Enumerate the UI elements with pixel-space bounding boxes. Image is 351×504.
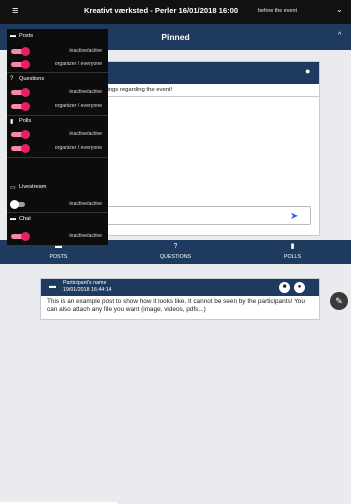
chevron-down-icon[interactable]: ⌄ <box>336 5 343 14</box>
event-title: Kreativt værksted - Perler 16/01/2018 16… <box>84 6 239 15</box>
toggle-knob[interactable] <box>21 130 30 139</box>
toggle-label: organizer / everyone <box>54 145 102 151</box>
post-date: 19/01/2018 16:44:14 <box>63 287 112 293</box>
toggle-knob[interactable] <box>10 200 19 209</box>
post-card: ▬ Participant's name 19/01/2018 16:44:14… <box>40 278 320 320</box>
pin-post-icon[interactable]: ● <box>294 282 305 293</box>
toggle-label: inactive/active <box>69 131 102 137</box>
questions-tab-icon: ? <box>173 243 178 250</box>
settings-menu: ▬ Posts inactive/active organizer / ever… <box>7 29 108 245</box>
event-phase: before the event <box>258 8 297 14</box>
toggle-label: organizer / everyone <box>54 103 102 109</box>
top-app-bar: ≡ Kreativt værksted - Perler 16/01/2018 … <box>0 0 351 24</box>
menu-divider <box>7 212 108 213</box>
livestream-active-toggle-row[interactable]: inactive/active <box>7 200 108 210</box>
pencil-icon: ✎ <box>335 296 343 306</box>
edit-fab[interactable]: ✎ <box>330 292 348 310</box>
chat-active-toggle-row[interactable]: inactive/active <box>7 232 108 242</box>
polls-tab-icon: ▮ <box>290 243 295 250</box>
questions-icon: ? <box>10 76 14 82</box>
post-header: ▬ Participant's name 19/01/2018 16:44:14… <box>41 279 319 296</box>
menu-divider <box>7 157 108 158</box>
send-icon[interactable]: ➤ <box>290 211 298 222</box>
livestream-icon: ▭ <box>10 185 16 191</box>
toggle-knob[interactable] <box>21 47 30 56</box>
toggle-label: inactive/active <box>69 89 102 95</box>
menu-section-label: Livestream <box>19 184 47 190</box>
toggle-knob[interactable] <box>21 102 30 111</box>
posts-audience-toggle-row[interactable]: organizer / everyone <box>7 60 108 70</box>
menu-section-label: Posts <box>19 33 33 39</box>
posts-icon: ▬ <box>10 33 16 39</box>
menu-section-label: Polls <box>19 118 32 124</box>
chevron-up-icon[interactable]: ^ <box>338 32 341 39</box>
tab-polls[interactable]: ▮ POLLS <box>234 240 351 264</box>
polls-icon: ▮ <box>10 119 14 125</box>
pinned-input[interactable] <box>81 206 311 225</box>
toggle-knob[interactable] <box>21 232 30 241</box>
menu-divider <box>7 72 108 73</box>
tab-questions-label: QUESTIONS <box>159 254 192 260</box>
posts-active-toggle-row[interactable]: inactive/active <box>7 47 108 57</box>
post-icon: ▬ <box>49 283 56 290</box>
tab-questions[interactable]: ? QUESTIONS <box>117 240 234 264</box>
toggle-label: inactive/active <box>69 201 102 207</box>
polls-active-toggle-row[interactable]: inactive/active <box>7 130 108 140</box>
menu-icon[interactable]: ≡ <box>12 4 18 18</box>
menu-section-label: Questions <box>19 76 45 82</box>
toggle-label: inactive/active <box>69 233 102 239</box>
polls-audience-toggle-row[interactable]: organizer / everyone <box>7 144 108 154</box>
menu-section-label: Chat <box>19 216 31 222</box>
toggle-knob[interactable] <box>21 60 30 69</box>
toggle-label: inactive/active <box>69 48 102 54</box>
chat-icon: ▬ <box>10 216 16 222</box>
toggle-label: organizer / everyone <box>54 61 102 67</box>
delete-icon[interactable]: ■ <box>279 282 290 293</box>
pin-icon[interactable]: ● <box>305 66 310 76</box>
questions-active-toggle-row[interactable]: inactive/active <box>7 88 108 98</box>
tab-posts-label: POSTS <box>49 254 68 260</box>
questions-audience-toggle-row[interactable]: organizer / everyone <box>7 102 108 112</box>
tab-polls-label: POLLS <box>283 254 302 260</box>
post-body: This is an example post to show how it l… <box>47 298 305 313</box>
menu-divider <box>7 115 108 116</box>
toggle-knob[interactable] <box>21 144 30 153</box>
post-author: Participant's name <box>63 280 107 286</box>
toggle-knob[interactable] <box>21 88 30 97</box>
